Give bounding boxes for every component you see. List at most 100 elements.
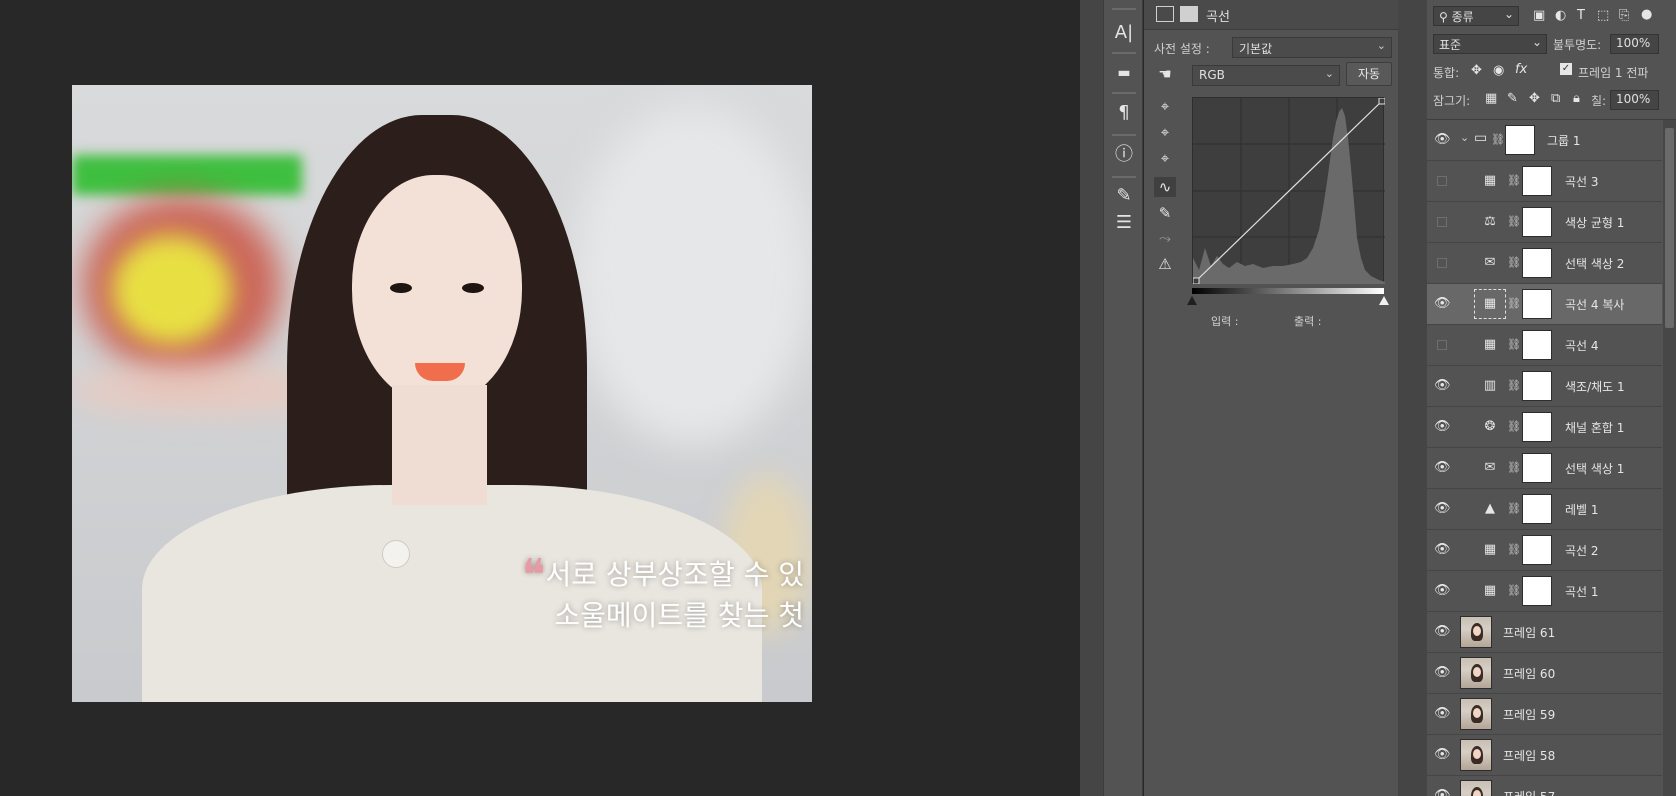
canvas-area[interactable]: ❝서로 상부상조할 수 있 소울메이트를 찾는 첫 bbox=[0, 0, 1080, 796]
character-icon[interactable]: A| bbox=[1110, 20, 1138, 46]
layer-mask-thumbnail[interactable] bbox=[1522, 207, 1552, 237]
unify-position-icon[interactable]: ✥ bbox=[1471, 63, 1482, 78]
adjustment-filter-icon[interactable]: ◐ bbox=[1555, 8, 1566, 23]
layer-mask-thumbnail[interactable] bbox=[1522, 330, 1552, 360]
eye-icon[interactable]: 👁︎ bbox=[1434, 297, 1451, 311]
channel-dropdown[interactable]: RGB ⌄ bbox=[1192, 65, 1340, 86]
layer-row[interactable]: ▦ ⛓︎ 곡선 4 bbox=[1427, 325, 1662, 366]
lock-image-icon[interactable]: ✎ bbox=[1507, 91, 1518, 106]
layer-row-group[interactable]: 👁︎ ⌄ ▭ ⛓︎ 그룹 1 bbox=[1427, 120, 1662, 161]
white-point-eyedropper-icon[interactable]: ⌖ bbox=[1154, 148, 1176, 168]
layer-mask-thumbnail[interactable] bbox=[1522, 453, 1552, 483]
frame-thumbnail[interactable] bbox=[1460, 698, 1492, 730]
mask-icon[interactable] bbox=[1180, 6, 1198, 22]
curves-icon[interactable]: ▦ bbox=[1480, 541, 1500, 559]
curve-point-tool-icon[interactable]: ∿ bbox=[1154, 177, 1176, 197]
frame-thumbnail[interactable] bbox=[1460, 657, 1492, 689]
auto-button[interactable]: 자동 bbox=[1346, 62, 1392, 86]
brush-settings-icon[interactable]: ✎ bbox=[1110, 183, 1138, 209]
layer-mask-thumbnail[interactable] bbox=[1522, 412, 1552, 442]
smooth-curve-icon[interactable]: ⤳ bbox=[1154, 228, 1176, 248]
black-input-slider[interactable] bbox=[1187, 296, 1197, 305]
visibility-toggle[interactable] bbox=[1437, 340, 1447, 350]
panel-grip[interactable] bbox=[1112, 176, 1136, 178]
layer-row-frame[interactable]: 👁︎ 프레임 57 bbox=[1427, 776, 1662, 796]
visibility-toggle[interactable] bbox=[1437, 176, 1447, 186]
on-image-adjust-icon[interactable]: ☚ bbox=[1154, 64, 1176, 84]
color-balance-icon[interactable]: ⚖ bbox=[1480, 213, 1500, 231]
eye-icon[interactable]: 👁︎ bbox=[1434, 502, 1451, 516]
lock-artboard-icon[interactable]: ⧉ bbox=[1551, 91, 1560, 106]
curves-icon[interactable]: ▦ bbox=[1480, 336, 1500, 354]
eye-icon[interactable]: 👁︎ bbox=[1434, 543, 1451, 557]
adjustments-icon[interactable]: ☰ bbox=[1110, 210, 1138, 236]
unify-visibility-icon[interactable]: ◉ bbox=[1493, 63, 1504, 78]
layer-mask-thumbnail[interactable] bbox=[1522, 535, 1552, 565]
shape-filter-icon[interactable]: ⬚ bbox=[1597, 8, 1609, 23]
frame-thumbnail[interactable] bbox=[1460, 780, 1492, 796]
layer-mask-thumbnail[interactable] bbox=[1522, 166, 1552, 196]
visibility-toggle[interactable] bbox=[1437, 217, 1447, 227]
eye-icon[interactable]: 👁︎ bbox=[1434, 133, 1451, 147]
curve-graph[interactable] bbox=[1192, 97, 1386, 285]
layer-mask-thumbnail[interactable] bbox=[1522, 576, 1552, 606]
group-mask-thumbnail[interactable] bbox=[1505, 125, 1535, 155]
info-icon[interactable]: ⓘ bbox=[1110, 142, 1138, 168]
expand-chevron-icon[interactable]: ⌄ bbox=[1460, 131, 1469, 144]
preset-dropdown[interactable]: 기본값 ⌄ bbox=[1232, 37, 1392, 58]
layer-mask-thumbnail[interactable] bbox=[1522, 494, 1552, 524]
panel-grip[interactable] bbox=[1112, 52, 1136, 54]
propagate-checkbox[interactable]: ✓ bbox=[1560, 63, 1572, 75]
clipping-warning-icon[interactable]: ⚠ bbox=[1154, 254, 1176, 274]
curves-icon[interactable]: ▦ bbox=[1480, 172, 1500, 190]
layer-filter-dropdown[interactable]: ⚲ 종류 ⌄ bbox=[1433, 6, 1519, 26]
black-point-eyedropper-icon[interactable]: ⌖ bbox=[1154, 96, 1176, 116]
eye-icon[interactable]: 👁︎ bbox=[1434, 748, 1451, 762]
layer-row[interactable]: ▦ ⛓︎ 곡선 3 bbox=[1427, 161, 1662, 202]
eye-icon[interactable]: 👁︎ bbox=[1434, 420, 1451, 434]
layer-row-frame[interactable]: 👁︎ 프레임 61 bbox=[1427, 612, 1662, 653]
gray-point-eyedropper-icon[interactable]: ⌖ bbox=[1154, 122, 1176, 142]
smart-object-filter-icon[interactable]: ⎘ bbox=[1619, 8, 1629, 23]
white-input-slider[interactable] bbox=[1379, 296, 1389, 305]
eye-icon[interactable]: 👁︎ bbox=[1434, 789, 1451, 796]
lock-transparent-icon[interactable]: ▦ bbox=[1485, 91, 1497, 106]
panel-grip[interactable] bbox=[1112, 134, 1136, 136]
curves-icon[interactable]: ▦ bbox=[1480, 582, 1500, 600]
layer-list[interactable]: 👁︎ ⌄ ▭ ⛓︎ 그룹 1 ▦ ⛓︎ 곡선 3 ⚖ ⛓︎ 색상 균형 1 ✉ ⛓︎ 선택 색상… bbox=[1427, 120, 1662, 796]
lock-all-icon[interactable]: 🔒︎ bbox=[1573, 91, 1580, 106]
layer-row-frame[interactable]: 👁︎ 프레임 59 bbox=[1427, 694, 1662, 735]
visibility-toggle[interactable] bbox=[1437, 258, 1447, 268]
pixel-filter-icon[interactable]: ▣ bbox=[1533, 8, 1545, 23]
layers-scrollbar[interactable] bbox=[1663, 120, 1676, 796]
unify-style-icon[interactable]: fx bbox=[1515, 62, 1527, 77]
selective-color-icon[interactable]: ✉ bbox=[1480, 254, 1500, 272]
layer-row[interactable]: 👁︎ ▦ ⛓︎ 곡선 1 bbox=[1427, 571, 1662, 612]
panel-grip[interactable] bbox=[1112, 8, 1136, 10]
fill-field[interactable]: 100% bbox=[1610, 90, 1659, 110]
curves-adjustment-icon[interactable] bbox=[1156, 6, 1174, 22]
layer-row[interactable]: 👁︎ ▥ ⛓︎ 색조/채도 1 bbox=[1427, 366, 1662, 407]
blend-mode-dropdown[interactable]: 표준 ⌄ bbox=[1433, 34, 1547, 54]
channel-mixer-icon[interactable]: ❂ bbox=[1480, 418, 1500, 436]
layer-row[interactable]: 👁︎ ▦ ⛓︎ 곡선 2 bbox=[1427, 530, 1662, 571]
layer-row-frame[interactable]: 👁︎ 프레임 58 bbox=[1427, 735, 1662, 776]
layer-row[interactable]: ⚖ ⛓︎ 색상 균형 1 bbox=[1427, 202, 1662, 243]
opacity-field[interactable]: 100% bbox=[1610, 34, 1659, 54]
type-filter-icon[interactable]: T bbox=[1577, 8, 1585, 23]
selective-color-icon[interactable]: ✉ bbox=[1480, 459, 1500, 477]
layer-mask-thumbnail[interactable] bbox=[1522, 371, 1552, 401]
paragraph-icon[interactable]: ¶ bbox=[1110, 100, 1138, 126]
eye-icon[interactable]: 👁︎ bbox=[1434, 707, 1451, 721]
curves-icon[interactable]: ▦ bbox=[1474, 289, 1506, 319]
levels-icon[interactable]: ▲ bbox=[1480, 500, 1500, 518]
panel-grip[interactable] bbox=[1112, 92, 1136, 94]
lock-position-icon[interactable]: ✥ bbox=[1529, 91, 1540, 106]
frame-thumbnail[interactable] bbox=[1460, 616, 1492, 648]
layer-row[interactable]: 👁︎ ❂ ⛓︎ 채널 혼합 1 bbox=[1427, 407, 1662, 448]
layer-row[interactable]: 👁︎ ▲ ⛓︎ 레벨 1 bbox=[1427, 489, 1662, 530]
curve-point-white[interactable] bbox=[1378, 97, 1386, 105]
eye-icon[interactable]: 👁︎ bbox=[1434, 379, 1451, 393]
layers-scrollbar-thumb[interactable] bbox=[1665, 128, 1674, 328]
hue-saturation-icon[interactable]: ▥ bbox=[1480, 377, 1500, 395]
